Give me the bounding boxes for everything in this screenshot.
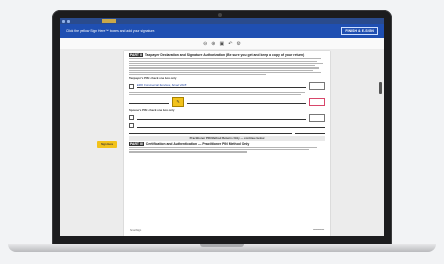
signature-line bbox=[129, 100, 169, 105]
spouse-enter-checkbox[interactable] bbox=[129, 123, 134, 129]
browser-tab[interactable] bbox=[102, 19, 116, 23]
sign-here-tab[interactable]: Sign Here bbox=[97, 141, 117, 148]
declaration-paragraph bbox=[129, 58, 325, 76]
part-iii-tag: PART III bbox=[129, 141, 144, 146]
part-ii-heading: PART II Taxpayer Declaration and Signatur… bbox=[129, 53, 305, 57]
footer-brand: SmartSign bbox=[130, 228, 142, 232]
signing-banner: Click the yellow Sign Here™ boxes and ad… bbox=[60, 24, 384, 38]
spouse-ero-checkbox[interactable] bbox=[129, 115, 134, 121]
taxpayer-sign-field[interactable]: ✎ bbox=[172, 97, 184, 108]
ero-explanation bbox=[129, 91, 325, 96]
ero-pin-box[interactable] bbox=[309, 82, 325, 91]
spouse-ero-row bbox=[129, 113, 325, 122]
finish-esign-button[interactable]: FINISH & E-SIGN bbox=[341, 27, 378, 35]
spouse-pin-box[interactable] bbox=[309, 113, 325, 122]
camera-icon bbox=[218, 13, 222, 17]
stage: Click the yellow Sign Here™ boxes and ad… bbox=[0, 0, 444, 264]
date-box[interactable] bbox=[309, 98, 325, 107]
spouse-ero-field[interactable] bbox=[137, 116, 306, 121]
taxpayer-pin-heading: Taxpayer's PIN: check one box only bbox=[129, 76, 177, 81]
signature-row: ✎ bbox=[129, 97, 325, 108]
ero-row: ERO Commercial Services, Smart 2018 bbox=[129, 82, 325, 91]
date-line bbox=[187, 100, 306, 105]
ero-checkbox[interactable] bbox=[129, 83, 134, 89]
os-icon bbox=[62, 19, 65, 23]
part-iii-paragraph bbox=[129, 146, 325, 153]
zoom-in-icon[interactable]: ⊕ bbox=[211, 41, 215, 47]
spouse-enter-line bbox=[137, 124, 325, 129]
os-icon bbox=[67, 19, 70, 23]
page-icon[interactable]: ▣ bbox=[219, 41, 224, 47]
laptop-screen: Click the yellow Sign Here™ boxes and ad… bbox=[60, 18, 384, 236]
spouse-signature-line bbox=[129, 130, 292, 135]
banner-instructions: Click the yellow Sign Here™ boxes and ad… bbox=[66, 29, 156, 33]
spouse-pin-heading: Spouse's PIN: check one box only bbox=[129, 108, 175, 113]
zoom-out-icon[interactable]: ⊖ bbox=[203, 41, 207, 47]
scrollbar[interactable] bbox=[379, 82, 382, 94]
spouse-enter-row bbox=[129, 123, 325, 129]
back-icon[interactable]: ↶ bbox=[228, 41, 232, 47]
document-viewport: Sign Here PART II Taxpayer Declaration an… bbox=[60, 49, 384, 236]
spouse-date-line bbox=[295, 130, 325, 135]
laptop-notch bbox=[200, 244, 244, 247]
ero-name-field[interactable]: ERO Commercial Services, Smart 2018 bbox=[137, 83, 306, 89]
practitioner-banner: Practitioner PIN Method Returns Only — c… bbox=[129, 136, 325, 141]
part-iii-heading: PART III Certification and Authentication… bbox=[129, 141, 250, 146]
footer-form-id: ▬▬▬▬▬ bbox=[313, 228, 324, 231]
settings-icon[interactable]: ⚙ bbox=[236, 41, 240, 47]
tax-form-page: Sign Here PART II Taxpayer Declaration an… bbox=[97, 51, 330, 236]
spouse-signature-row bbox=[129, 130, 325, 135]
document-toolbar: ⊖ ⊕ ▣ ↶ ⚙ bbox=[60, 38, 384, 49]
part-ii-tag: PART II bbox=[129, 53, 143, 57]
